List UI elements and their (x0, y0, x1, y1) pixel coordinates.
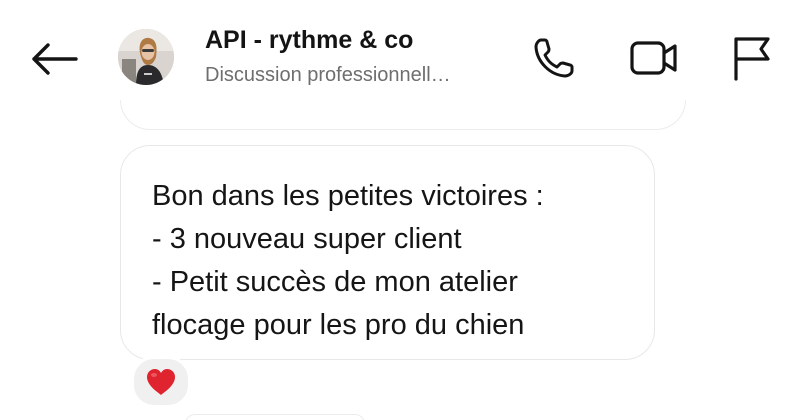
phone-icon (534, 38, 574, 78)
message-line: flocage pour les pro du chien (152, 309, 525, 341)
avatar[interactable] (118, 29, 174, 85)
heart-icon (147, 369, 175, 395)
report-button[interactable] (724, 34, 776, 82)
conversation-subtitle[interactable]: Discussion professionnell… (205, 64, 451, 87)
video-call-button[interactable] (628, 34, 680, 82)
video-camera-icon (630, 41, 677, 75)
message-bubble[interactable]: Bon dans les petites victoires : - 3 nou… (120, 145, 655, 360)
back-button[interactable] (26, 34, 82, 84)
chat-header: API - rythme & co Discussion professionn… (0, 0, 812, 112)
next-message-bubble[interactable] (185, 414, 365, 420)
message-line: - Petit succès de mon atelier (152, 266, 518, 298)
message-line: Bon dans les petites victoires : (152, 180, 544, 212)
conversation-title[interactable]: API - rythme & co (205, 26, 413, 55)
arrow-left-icon (32, 43, 78, 75)
flag-icon (734, 37, 770, 81)
call-button[interactable] (528, 34, 580, 82)
chat-screen: API - rythme & co Discussion professionn… (0, 0, 812, 420)
reaction-badge[interactable] (131, 356, 191, 408)
avatar-photo (118, 29, 174, 85)
message-line: - 3 nouveau super client (152, 223, 462, 255)
